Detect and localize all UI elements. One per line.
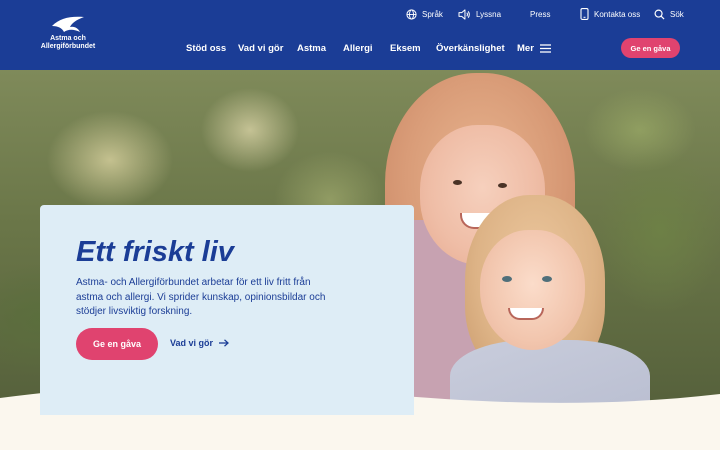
listen-button[interactable]: Lyssna	[458, 7, 501, 21]
search-icon	[654, 9, 665, 20]
speaker-icon	[458, 8, 470, 20]
logo-text: Astma och Allergiförbundet	[38, 35, 98, 51]
girl-face-younger	[480, 230, 585, 350]
what-we-do-link[interactable]: Vad vi gör	[170, 338, 229, 348]
donate-button-header[interactable]: Ge en gåva	[621, 38, 680, 58]
nav-item-vad-vi-gor[interactable]: Vad vi gör	[238, 43, 283, 54]
listen-label: Lyssna	[476, 9, 502, 19]
nav-item-eksem[interactable]: Eksem	[390, 43, 421, 54]
donate-button-hero[interactable]: Ge en gåva	[76, 328, 158, 360]
search-label: Sök	[670, 9, 684, 19]
swallow-bird-icon	[52, 16, 84, 32]
arrow-right-icon	[219, 339, 229, 347]
globe-icon	[406, 8, 417, 20]
phone-icon	[580, 8, 589, 20]
smile	[508, 308, 544, 320]
what-we-do-label: Vad vi gör	[170, 338, 214, 348]
hero-title: Ett friskt liv	[76, 236, 234, 268]
nav-item-allergi[interactable]: Allergi	[343, 43, 373, 54]
logo-line-1: Astma och	[50, 35, 86, 42]
eye	[542, 276, 552, 282]
press-link[interactable]: Press	[530, 7, 550, 21]
hamburger-menu-icon	[539, 44, 551, 53]
eye	[453, 180, 462, 185]
contact-label: Kontakta oss	[594, 9, 641, 19]
site-header: Astma och Allergiförbundet Språk Lyssna …	[0, 0, 720, 70]
contact-link[interactable]: Kontakta oss	[580, 7, 640, 21]
eye	[498, 183, 507, 188]
hero-body-text: Astma- och Allergiförbundet arbetar för …	[76, 277, 326, 317]
language-button[interactable]: Språk	[406, 7, 443, 21]
language-label: Språk	[422, 9, 443, 19]
logo-line-2: Allergiförbundet	[40, 43, 96, 50]
search-button[interactable]: Sök	[654, 7, 684, 21]
logo-link[interactable]: Astma och Allergiförbundet	[38, 14, 98, 56]
nav-item-stod-oss[interactable]: Stöd oss	[186, 43, 226, 54]
nav-item-mer[interactable]: Mer	[517, 43, 551, 54]
mer-label: Mer	[517, 43, 534, 54]
press-label: Press	[530, 9, 551, 19]
nav-item-astma[interactable]: Astma	[297, 43, 326, 54]
nav-item-overkanslighet[interactable]: Överkänslighet	[436, 43, 505, 54]
eye	[502, 276, 512, 282]
